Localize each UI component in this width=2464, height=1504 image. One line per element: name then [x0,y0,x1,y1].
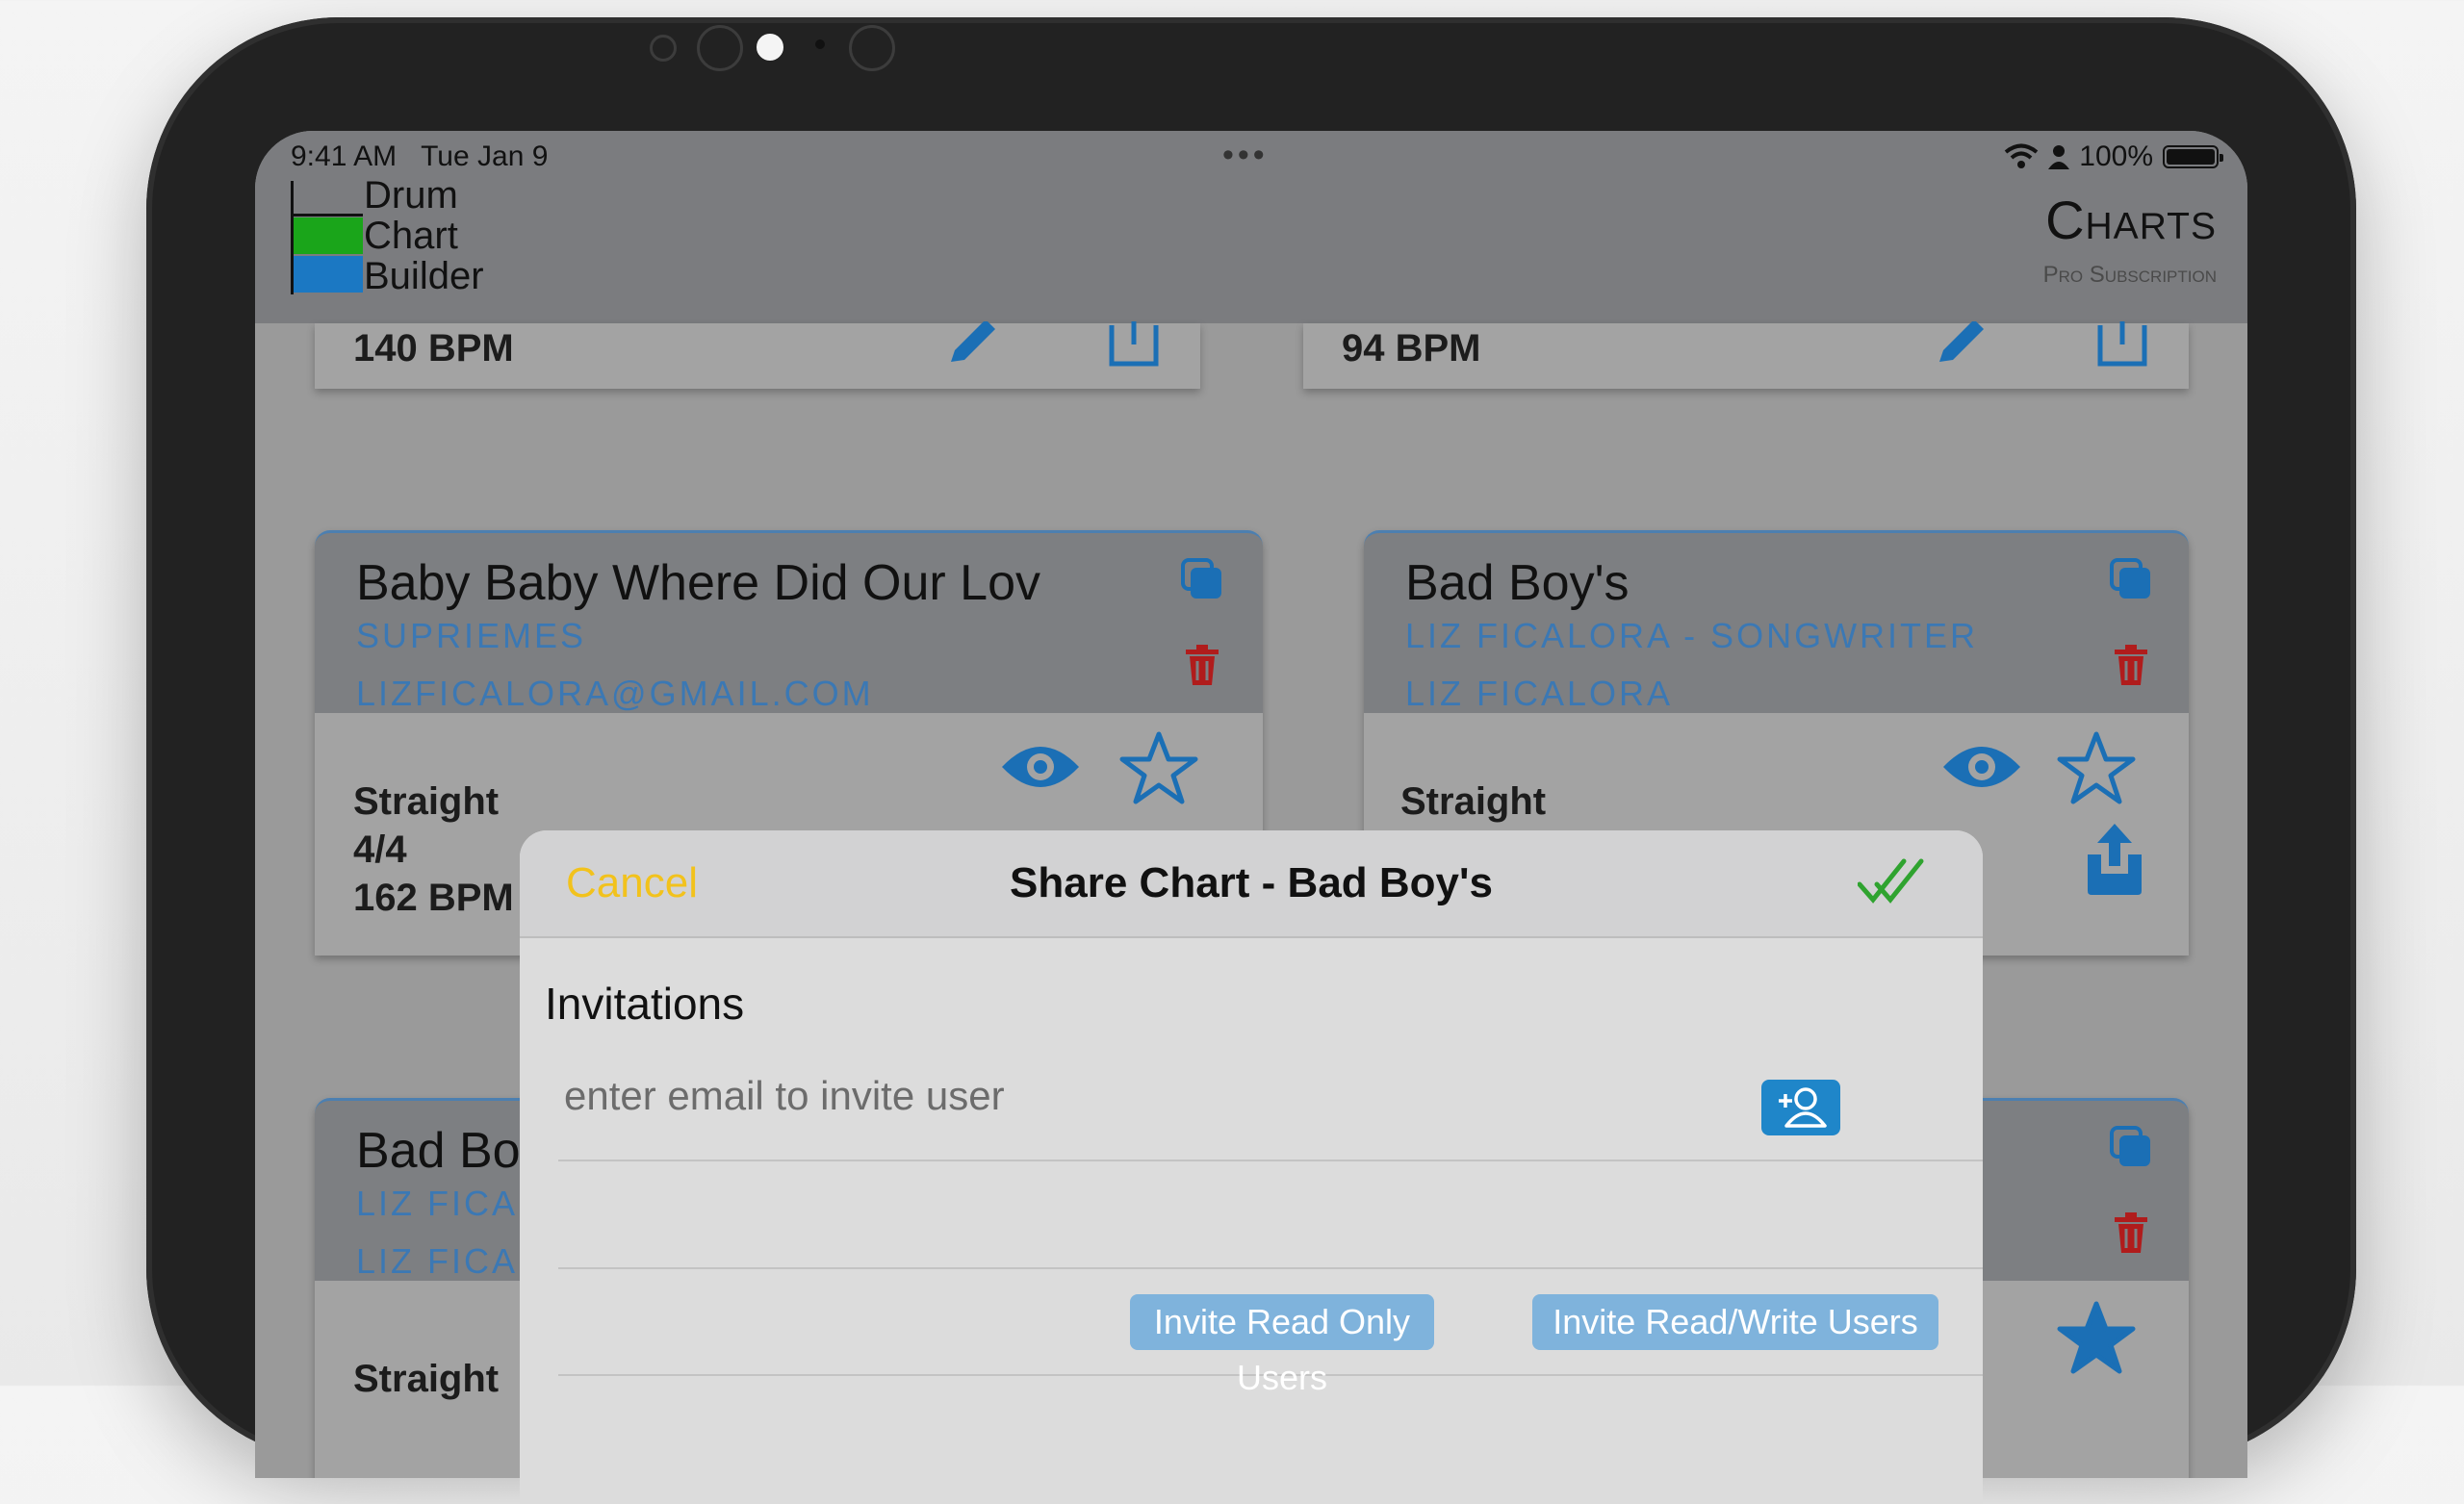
trash-icon[interactable] [2115,1212,2147,1253]
chart-card-2[interactable]: 94 BPM [1303,321,2189,389]
eye-icon[interactable] [1941,740,2022,794]
logo-bars [291,181,363,294]
chart-card-1[interactable]: 140 BPM [315,321,1200,389]
logo-bar-top [294,181,363,217]
invite-read-write-button[interactable]: Invite Read/Write Users [1532,1294,1938,1350]
person-icon [2048,145,2070,169]
invitations-heading: Invitations [545,979,745,1029]
multitasking-dots[interactable]: ••• [1222,137,1269,174]
status-indicators: 100% [2004,140,2223,173]
invite-read-only-button[interactable]: Invite Read Only Users [1130,1294,1434,1397]
card-style: Straight [353,1358,500,1400]
card-owner: LIZ FICALORA [1405,674,1674,713]
add-person-icon [1779,1087,1827,1128]
invite-email-input[interactable] [562,1057,1769,1135]
card-style: Straight [1400,780,1547,823]
card-title: Bad Bo [356,1123,521,1179]
copy-icon[interactable] [1181,558,1223,600]
eye-icon[interactable] [1000,740,1081,794]
card-bpm: 162 BPM [353,877,514,919]
add-user-button[interactable] [1761,1080,1840,1135]
trash-icon[interactable] [1186,645,1219,685]
wifi-icon [2005,143,2039,168]
share-icon[interactable] [2084,824,2145,895]
checkmark-icon[interactable] [1858,855,1925,907]
card-artist: LIZ FICAL [356,1184,541,1223]
card-title: Baby Baby Where Did Our Lov [356,555,1040,611]
battery-tip [2220,154,2223,162]
subscription-label: Pro Subscription [2042,262,2217,288]
card-time-signature: 4/4 [353,828,407,871]
star-icon[interactable] [1119,730,1198,805]
card-header: Baby Baby Where Did Our Lov SUPRIEMES LI… [315,530,1263,713]
dialog-title: Share Chart - Bad Boy's [1010,859,1493,906]
card-bpm: 94 BPM [1342,327,1481,370]
divider [558,1160,1983,1161]
camera-sensor [815,39,825,49]
logo-bar-green [294,217,363,254]
card-bpm: 140 BPM [353,327,514,370]
camera-lens-2 [849,25,895,71]
star-filled-icon[interactable] [2057,1300,2136,1375]
camera-dot [650,35,677,62]
card-artist: LIZ FICALORA - SONGWRITER [1405,616,1979,655]
camera-main [757,34,783,61]
logo-text: Drum Chart Builder [364,174,484,297]
dialog-header: Cancel Share Chart - Bad Boy's [520,830,1983,938]
battery-percentage: 100% [2079,140,2153,172]
card-artist: SUPRIEMES [356,616,587,655]
star-icon[interactable] [2057,730,2136,805]
trash-icon[interactable] [2115,645,2147,685]
share-icon[interactable] [1104,321,1164,370]
edit-icon[interactable] [945,321,999,366]
logo-bar-blue [294,256,363,293]
status-time: 9:41 AM Tue Jan 9 [291,140,549,172]
copy-icon[interactable] [2110,558,2152,600]
card-header: Bad Boy's LIZ FICALORA - SONGWRITER LIZ … [1364,530,2189,713]
header-bar: 9:41 AM Tue Jan 9 ••• 100% Drum Chart Bu… [255,131,2247,323]
battery-icon [2163,145,2223,168]
edit-icon[interactable] [1934,321,1988,366]
share-icon[interactable] [2092,321,2152,370]
copy-icon[interactable] [2110,1126,2152,1168]
card-owner: LIZ FICAL [356,1241,541,1281]
card-title: Bad Boy's [1405,555,1630,611]
card-owner: LIZFICALORA@GMAIL.COM [356,674,874,713]
page-title: Charts [2045,190,2217,250]
divider [558,1267,1983,1269]
camera-lens [697,25,743,71]
card-style: Straight [353,780,500,823]
battery-fill [2167,149,2215,165]
